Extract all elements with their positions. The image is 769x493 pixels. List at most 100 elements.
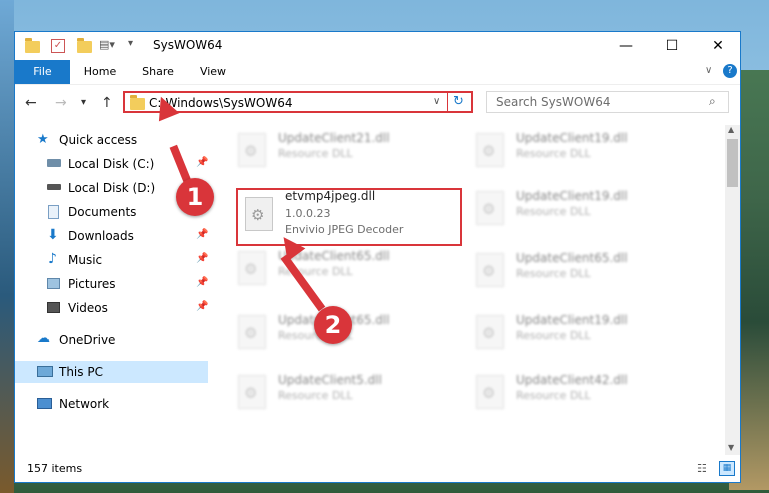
recent-locations-icon[interactable]: ▾ (81, 97, 86, 108)
sidebar-item-label: Documents (68, 205, 137, 219)
network-icon (37, 398, 52, 409)
file-item[interactable]: UpdateClient5.dll Resource DLL (225, 371, 445, 417)
videos-icon (47, 302, 60, 313)
sidebar-item-label: Local Disk (C:) (68, 157, 155, 171)
file-item[interactable]: UpdateClient42.dll Resource DLL (463, 371, 683, 417)
cloud-icon: ☁ (37, 331, 50, 346)
ribbon: File Home Share View ∨ ? (15, 60, 740, 85)
computer-icon (37, 366, 53, 377)
pin-icon[interactable]: 📌 (196, 301, 208, 312)
forward-arrow-icon[interactable]: → (55, 95, 67, 111)
maximize-button[interactable]: ☐ (649, 32, 695, 60)
sidebar-item-network[interactable]: Network (15, 393, 208, 415)
item-count: 157 items (27, 462, 83, 475)
navigation-pane: ★ Quick access Local Disk (C:) 📌 Local D… (15, 125, 208, 455)
ribbon-expand-icon[interactable]: ∨ (705, 65, 712, 76)
properties-icon[interactable]: ✓ (51, 39, 65, 53)
music-icon: ♪ (48, 251, 57, 267)
search-placeholder: Search SysWOW64 (496, 95, 611, 109)
back-arrow-icon[interactable]: ← (25, 95, 37, 111)
drive-icon (47, 184, 61, 190)
tab-view[interactable]: View (191, 60, 235, 84)
file-name: UpdateClient19.dll (516, 131, 628, 145)
file-name: UpdateClient5.dll (278, 373, 382, 387)
file-name: UpdateClient19.dll (516, 313, 628, 327)
dll-file-icon (476, 375, 504, 409)
scroll-up-icon[interactable]: ▲ (728, 125, 734, 134)
sidebar-item-label: Quick access (59, 133, 138, 147)
sidebar-item-label: Network (59, 397, 110, 411)
tiles-view-icon[interactable]: ▦ (719, 461, 735, 476)
dll-file-icon (238, 315, 266, 349)
file-type: Resource DLL (516, 389, 591, 402)
step-badge-1: 1 (176, 178, 214, 216)
navigation-bar: ← → ▾ ↑ C:\Windows\SysWOW64 ∨ ↻ Search S… (15, 86, 740, 120)
sidebar-item-label: Downloads (68, 229, 134, 243)
address-divider (447, 91, 448, 113)
file-item[interactable]: UpdateClient19.dll Resource DLL (463, 129, 683, 175)
file-item[interactable]: UpdateClient65.dll Resource DLL (225, 247, 445, 293)
close-button[interactable]: ✕ (695, 32, 741, 60)
pin-icon[interactable]: 📌 (196, 157, 208, 168)
documents-icon (48, 205, 59, 219)
file-type: Resource DLL (516, 205, 591, 218)
explorer-window: ✓ ▤▾ ▾ SysWOW64 — ☐ ✕ File Home Share Vi… (14, 31, 741, 483)
file-name: UpdateClient19.dll (516, 189, 628, 203)
desktop-background-left (0, 0, 14, 493)
scroll-thumb[interactable] (727, 139, 738, 187)
file-type: Resource DLL (278, 147, 353, 160)
step-badge-2: 2 (314, 306, 352, 344)
file-list: UpdateClient21.dll Resource DLL UpdateCl… (211, 125, 724, 455)
sidebar-item-quick-access[interactable]: ★ Quick access (15, 129, 208, 151)
new-folder-icon[interactable] (77, 38, 92, 53)
address-dropdown-icon[interactable]: ∨ (433, 96, 440, 107)
tab-home[interactable]: Home (77, 60, 123, 84)
folder-icon (25, 38, 40, 53)
file-item[interactable]: UpdateClient19.dll Resource DLL (463, 311, 683, 357)
sidebar-item-label: Music (68, 253, 103, 267)
sidebar-item-label: Pictures (68, 277, 116, 291)
file-name: UpdateClient42.dll (516, 373, 628, 387)
pictures-icon (47, 278, 60, 289)
sidebar-item-label: Videos (68, 301, 108, 315)
sidebar-item-label: OneDrive (59, 333, 116, 347)
sidebar-item-downloads[interactable]: ⬇ Downloads 📌 (15, 225, 208, 247)
tab-share[interactable]: Share (135, 60, 181, 84)
file-item[interactable]: UpdateClient19.dll Resource DLL (463, 187, 683, 233)
scroll-down-icon[interactable]: ▼ (728, 443, 734, 452)
file-type: Resource DLL (516, 267, 591, 280)
refresh-icon[interactable]: ↻ (453, 94, 464, 109)
search-icon[interactable]: ⌕ (709, 94, 716, 109)
sidebar-item-music[interactable]: ♪ Music 📌 (15, 249, 208, 271)
tab-file[interactable]: File (15, 60, 70, 84)
dll-file-icon (476, 315, 504, 349)
pin-icon[interactable]: 📌 (196, 253, 208, 264)
file-highlight-box (236, 188, 462, 246)
sidebar-item-label: This PC (59, 365, 103, 379)
up-arrow-icon[interactable]: ↑ (101, 95, 113, 111)
search-box[interactable]: Search SysWOW64 ⌕ (486, 91, 729, 113)
help-icon[interactable]: ? (723, 64, 737, 78)
file-type: Resource DLL (516, 147, 591, 160)
star-icon: ★ (37, 132, 49, 147)
dll-file-icon (238, 375, 266, 409)
details-view-icon[interactable]: ☷ (697, 462, 707, 475)
vertical-scrollbar[interactable]: ▲ ▼ (725, 125, 740, 455)
qa-dropdown-icon[interactable]: ▾ (128, 38, 133, 54)
pin-icon[interactable]: 📌 (196, 229, 208, 240)
customize-qa-icon[interactable]: ▤▾ (99, 38, 115, 54)
pin-icon[interactable]: 📌 (196, 277, 208, 288)
drive-icon (47, 159, 61, 167)
file-name: UpdateClient21.dll (278, 131, 390, 145)
window-title: SysWOW64 (153, 38, 223, 52)
status-bar: 157 items ☷ ▦ (15, 458, 740, 482)
minimize-button[interactable]: — (603, 32, 649, 60)
file-item[interactable]: UpdateClient21.dll Resource DLL (225, 129, 445, 175)
sidebar-item-this-pc[interactable]: This PC (15, 361, 208, 383)
sidebar-item-pictures[interactable]: Pictures 📌 (15, 273, 208, 295)
sidebar-item-onedrive[interactable]: ☁ OneDrive (15, 329, 208, 351)
dll-file-icon (476, 253, 504, 287)
sidebar-item-videos[interactable]: Videos 📌 (15, 297, 208, 319)
dll-file-icon (238, 251, 266, 285)
file-item[interactable]: UpdateClient65.dll Resource DLL (463, 249, 683, 295)
